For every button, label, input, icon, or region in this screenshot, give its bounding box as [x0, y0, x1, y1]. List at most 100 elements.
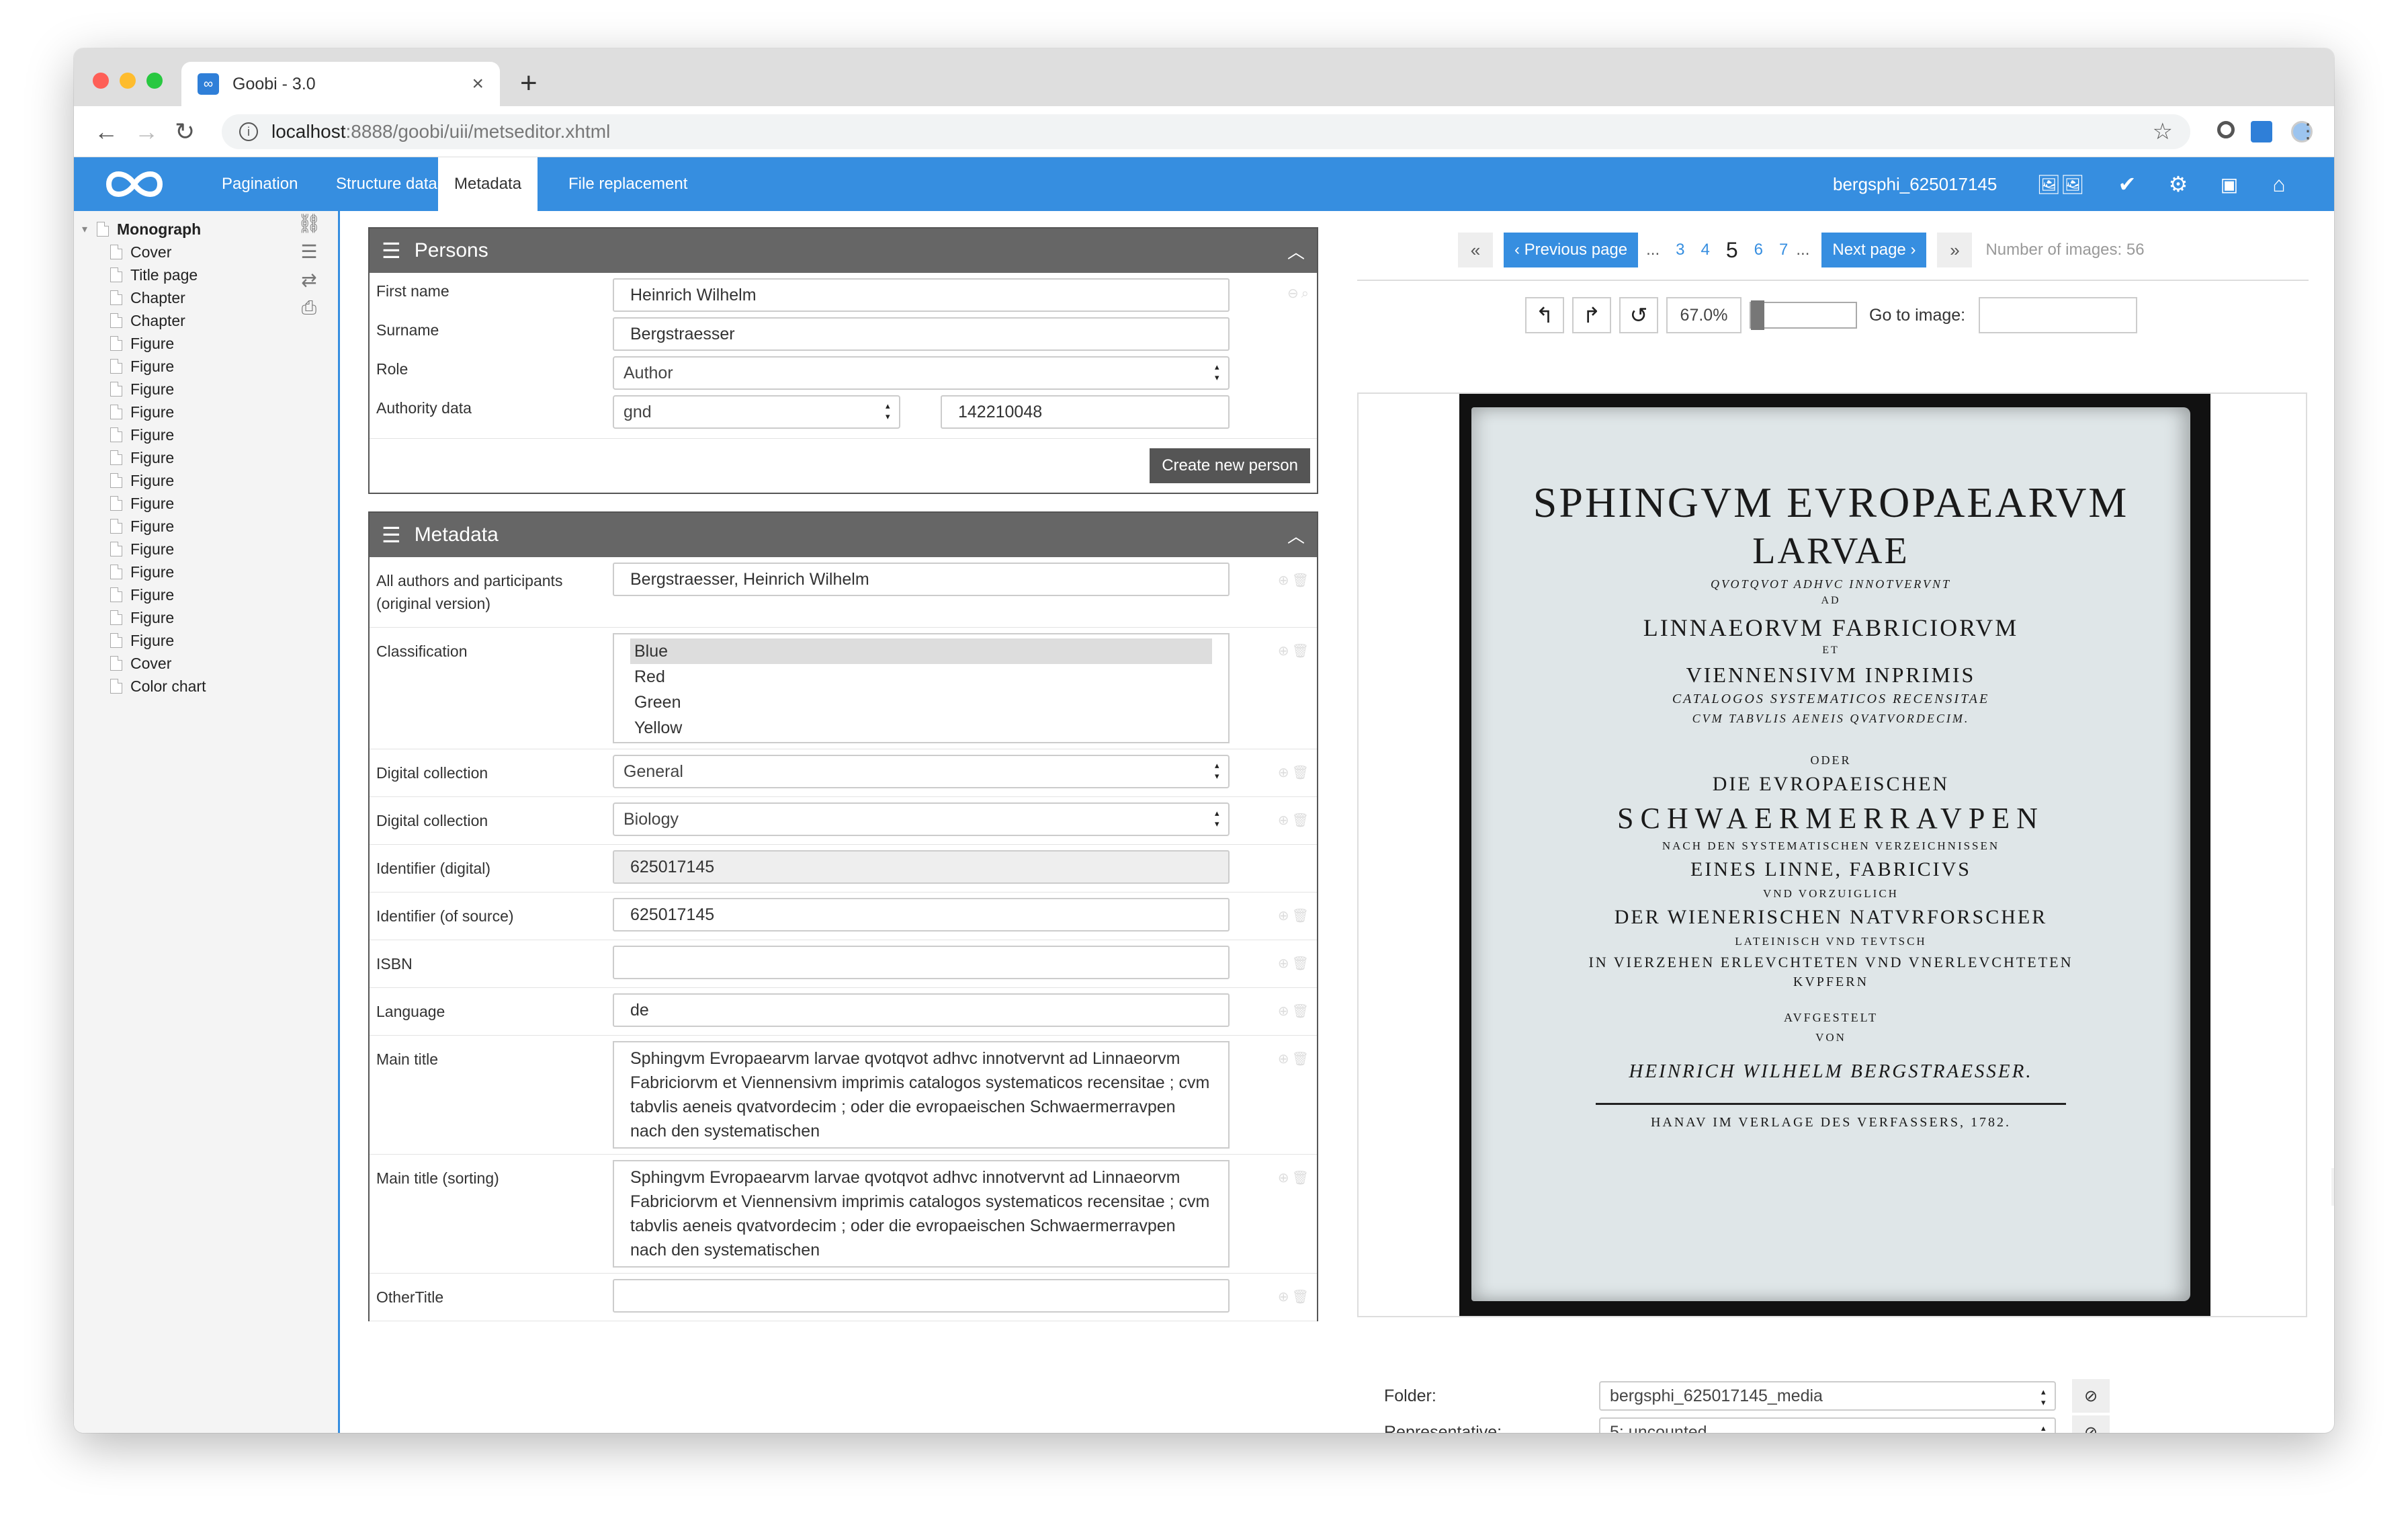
- zoom-slider[interactable]: [1750, 300, 1857, 330]
- row-actions-icon[interactable]: ⊕🗑: [1278, 907, 1312, 924]
- close-window-button[interactable]: [93, 73, 109, 89]
- classification-option[interactable]: Blue: [630, 638, 1212, 664]
- page-link-3[interactable]: 3: [1668, 241, 1692, 259]
- classification-listbox[interactable]: Blue Red Green Yellow: [613, 633, 1230, 743]
- tree-item[interactable]: Figure: [82, 446, 206, 469]
- metadata-header[interactable]: ☰ Metadata ︿: [370, 513, 1317, 557]
- tree-item[interactable]: Figure: [82, 538, 206, 561]
- persons-header[interactable]: ☰ Persons ︿: [370, 229, 1317, 273]
- forward-icon[interactable]: →: [134, 116, 159, 148]
- main-title-sorting-textarea[interactable]: Sphingvm Evropaearvm larvae qvotqvot adh…: [613, 1160, 1230, 1268]
- list-icon[interactable]: ☰: [296, 241, 322, 263]
- classification-option[interactable]: Red: [630, 664, 1212, 690]
- extension-circle-icon[interactable]: [2217, 121, 2235, 138]
- tree-item[interactable]: Figure: [82, 423, 206, 446]
- maximize-window-button[interactable]: [146, 73, 163, 89]
- language-field[interactable]: de: [613, 993, 1230, 1027]
- representative-confirm-icon[interactable]: ⊘: [2072, 1415, 2110, 1433]
- authors-field[interactable]: Bergstraesser, Heinrich Wilhelm: [613, 563, 1230, 596]
- tree-item[interactable]: Figure: [82, 401, 206, 423]
- goobi-logo-icon[interactable]: [102, 165, 167, 203]
- tree-item[interactable]: Figure: [82, 378, 206, 401]
- tab-pagination[interactable]: Pagination: [206, 157, 314, 211]
- home-icon[interactable]: ⌂: [2264, 169, 2294, 199]
- first-name-field[interactable]: Heinrich Wilhelm: [613, 278, 1230, 312]
- image-viewport[interactable]: SPHINGVM EVROPAEARVM LARVAE QVOTQVOT ADHVC…: [1357, 392, 2307, 1317]
- row-actions-icon[interactable]: ⊕🗑: [1278, 1003, 1312, 1020]
- rotate-right-icon[interactable]: ↱: [1572, 297, 1611, 333]
- bookmark-icon[interactable]: ⚐: [2331, 1168, 2334, 1206]
- tab-file-replacement[interactable]: File replacement: [552, 157, 703, 211]
- collection-select-2[interactable]: Biology: [613, 802, 1230, 836]
- bookmark-star-icon[interactable]: ☆: [2153, 118, 2173, 145]
- tab-structure-data[interactable]: Structure data: [320, 157, 454, 211]
- person-actions-icon[interactable]: ⊖⌕: [1287, 285, 1312, 302]
- link-icon[interactable]: ⛓: [296, 212, 322, 235]
- last-page-button[interactable]: »: [1937, 233, 1973, 267]
- representative-select[interactable]: 5: uncounted: [1599, 1417, 2056, 1433]
- previous-page-button[interactable]: ‹ Previous page: [1504, 233, 1639, 267]
- tree-item[interactable]: Figure: [82, 492, 206, 515]
- save-icon[interactable]: ▣: [2214, 169, 2244, 199]
- row-actions-icon[interactable]: ⊕🗑: [1278, 1169, 1312, 1186]
- tree-item[interactable]: Figure: [82, 332, 206, 355]
- collapse-icon[interactable]: ︿: [1287, 239, 1305, 263]
- first-page-button[interactable]: «: [1458, 233, 1493, 267]
- back-icon[interactable]: ←: [94, 116, 118, 148]
- row-actions-icon[interactable]: ⊕🗑: [1278, 572, 1312, 589]
- close-tab-icon[interactable]: ×: [472, 73, 484, 95]
- tree-item[interactable]: Chapter: [82, 286, 206, 309]
- next-page-button[interactable]: Next page ›: [1821, 233, 1927, 267]
- page-link-4[interactable]: 4: [1692, 241, 1717, 259]
- row-actions-icon[interactable]: ⊕🗑: [1278, 1288, 1312, 1305]
- row-actions-icon[interactable]: ⊕🗑: [1278, 812, 1312, 829]
- folder-confirm-icon[interactable]: ⊘: [2072, 1379, 2110, 1413]
- tree-item[interactable]: Cover: [82, 241, 206, 263]
- settings-gear-icon[interactable]: ⚙: [2163, 169, 2193, 199]
- page-link-6[interactable]: 6: [1746, 241, 1771, 259]
- extension-app-icon[interactable]: [2251, 121, 2272, 142]
- collapse-caret-icon[interactable]: ▾: [82, 222, 97, 236]
- reset-rotation-icon[interactable]: ↺: [1619, 297, 1658, 333]
- tree-item[interactable]: Figure: [82, 469, 206, 492]
- validate-check-icon[interactable]: ✔: [2112, 169, 2142, 199]
- tree-root[interactable]: ▾ Monograph: [82, 218, 206, 241]
- tree-item[interactable]: Figure: [82, 515, 206, 538]
- address-bar[interactable]: i localhost:8888/goobi/uii/metseditor.xh…: [222, 114, 2190, 149]
- swap-icon[interactable]: ⇄: [296, 269, 322, 291]
- tree-item[interactable]: Chapter: [82, 309, 206, 332]
- tree-item[interactable]: Figure: [82, 606, 206, 629]
- row-actions-icon[interactable]: ⊕🗑: [1278, 643, 1312, 659]
- tree-item[interactable]: Cover: [82, 652, 206, 675]
- browser-tab[interactable]: ∞ Goobi - 3.0 ×: [181, 62, 500, 106]
- images-icon[interactable]: 🖼🖼: [2034, 169, 2087, 199]
- tree-item[interactable]: Figure: [82, 583, 206, 606]
- zoom-slider-handle[interactable]: [1751, 300, 1764, 330]
- row-actions-icon[interactable]: ⊕🗑: [1278, 1050, 1312, 1067]
- row-actions-icon[interactable]: ⊕🗑: [1278, 764, 1312, 781]
- tab-metadata[interactable]: Metadata: [438, 157, 538, 211]
- other-title-field[interactable]: [613, 1279, 1230, 1313]
- go-to-image-input[interactable]: [1979, 297, 2138, 333]
- tree-item[interactable]: Color chart: [82, 675, 206, 698]
- role-select[interactable]: Author: [613, 356, 1230, 390]
- folder-select[interactable]: bergsphi_625017145_media: [1599, 1381, 2056, 1411]
- row-actions-icon[interactable]: ⊕🗑: [1278, 955, 1312, 972]
- tree-item[interactable]: Figure: [82, 629, 206, 652]
- minimize-window-button[interactable]: [120, 73, 136, 89]
- page-link-7[interactable]: 7: [1771, 241, 1796, 259]
- authority-value-field[interactable]: 142210048: [941, 395, 1230, 429]
- main-title-textarea[interactable]: Sphingvm Evropaearvm larvae qvotqvot adh…: [613, 1041, 1230, 1149]
- authority-source-select[interactable]: gnd: [613, 395, 900, 429]
- tree-item[interactable]: Figure: [82, 355, 206, 378]
- collection-select-1[interactable]: General: [613, 755, 1230, 788]
- browser-menu-icon[interactable]: ⋮: [2298, 116, 2318, 148]
- site-info-icon[interactable]: i: [239, 122, 258, 141]
- create-new-person-button[interactable]: Create new person: [1150, 448, 1310, 483]
- classification-option[interactable]: Yellow: [630, 715, 1212, 741]
- classification-option[interactable]: Green: [630, 690, 1212, 715]
- new-tab-button[interactable]: +: [520, 69, 538, 98]
- print-icon[interactable]: ⎙: [296, 297, 322, 319]
- collapse-icon[interactable]: ︿: [1287, 523, 1305, 548]
- reload-icon[interactable]: ↻: [175, 116, 195, 148]
